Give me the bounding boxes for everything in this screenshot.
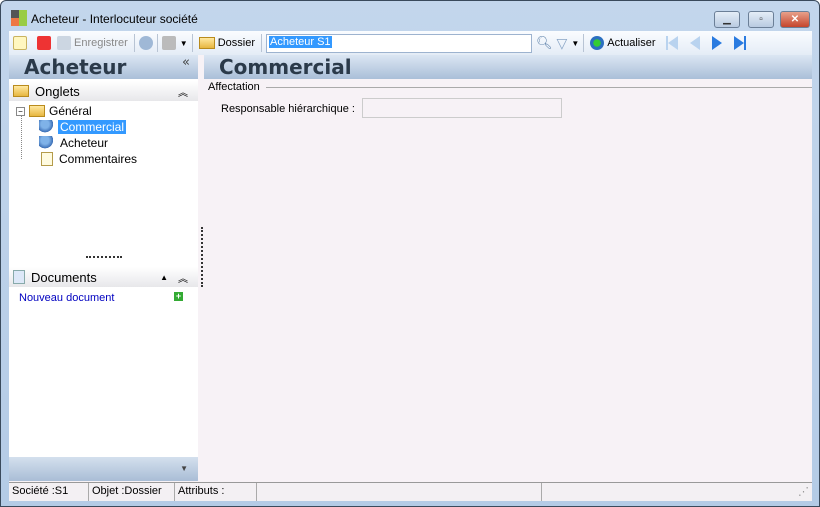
chevron-down-icon[interactable]: ▼ xyxy=(180,464,188,473)
group-affectation-label: Affectation xyxy=(208,81,260,93)
previous-record-icon[interactable] xyxy=(689,36,700,50)
new-document-link[interactable]: Nouveau document + xyxy=(9,287,198,307)
save-icon xyxy=(57,36,71,50)
status-attributes: Attributs : xyxy=(175,483,257,501)
main-panel-header: Commercial xyxy=(204,55,812,79)
delete-icon[interactable] xyxy=(37,36,51,50)
search-input[interactable]: Acheteur S1 xyxy=(266,33,533,53)
next-record-icon[interactable] xyxy=(711,36,722,50)
print-icon[interactable] xyxy=(161,36,176,50)
folder-icon xyxy=(13,85,29,97)
client-area: Enregistrer ▼ Dossier Acheteur S1 🔍︎ ▽ ▼… xyxy=(9,31,812,501)
responsable-hierarchique-field[interactable] xyxy=(362,98,562,118)
minimize-button[interactable]: ▁ xyxy=(714,11,740,28)
status-bar: Société :S1 Objet :Dossier Attributs : ⋰ xyxy=(9,482,812,501)
separator xyxy=(583,34,585,52)
divider xyxy=(266,87,812,88)
collapse-up-icon[interactable]: ▲ xyxy=(160,273,168,282)
last-record-icon[interactable] xyxy=(733,36,746,50)
splitter-handle[interactable] xyxy=(86,256,122,258)
left-panel-header: Acheteur « xyxy=(9,55,198,79)
status-company: Société :S1 xyxy=(9,483,89,501)
tabs-tree: − Général Commercial Acheteur Commentaire… xyxy=(9,101,198,261)
vertical-splitter[interactable] xyxy=(201,227,203,287)
separator xyxy=(156,34,158,52)
refresh-button[interactable]: Actualiser xyxy=(588,33,657,53)
toolbar: Enregistrer ▼ Dossier Acheteur S1 🔍︎ ▽ ▼… xyxy=(9,31,812,55)
main-panel: Commercial Affectation Responsable hiéra… xyxy=(204,55,812,481)
save-button[interactable]: Enregistrer xyxy=(55,33,130,53)
chevron-down-icon[interactable]: ▼ xyxy=(180,39,188,48)
documents-section-header[interactable]: Documents ▲ ︽ xyxy=(9,267,198,287)
collapse-icon[interactable]: ︽ xyxy=(178,270,188,285)
window-title: Acheteur - Interlocuteur société xyxy=(31,12,198,26)
users-icon xyxy=(39,136,54,150)
collapse-panel-icon[interactable]: « xyxy=(182,55,190,70)
app-icon xyxy=(11,10,27,26)
folder-icon xyxy=(29,105,45,117)
resize-grip-icon[interactable]: ⋰ xyxy=(542,483,812,501)
sync-icon[interactable] xyxy=(138,36,153,50)
separator xyxy=(261,34,263,52)
folder-button[interactable]: Dossier xyxy=(197,33,257,53)
separator xyxy=(191,34,193,52)
tree-node-commercial[interactable]: Commercial xyxy=(39,120,127,134)
field-label: Responsable hiérarchique : xyxy=(221,103,355,115)
filter-icon[interactable]: ▽ xyxy=(557,35,568,52)
window: Acheteur - Interlocuteur société ▁ ▫ ✕ E… xyxy=(0,0,820,507)
maximize-button[interactable]: ▫ xyxy=(748,11,774,28)
tree-node-acheteur[interactable]: Acheteur xyxy=(39,136,110,150)
tabs-section-header[interactable]: Onglets ︽ xyxy=(9,81,198,101)
collapse-icon[interactable]: ︽ xyxy=(178,84,188,99)
close-button[interactable]: ✕ xyxy=(780,11,810,28)
refresh-icon xyxy=(590,36,605,50)
tree-node-commentaires[interactable]: Commentaires xyxy=(41,152,139,166)
note-icon xyxy=(41,152,53,166)
users-icon xyxy=(39,120,54,134)
search-icon[interactable]: 🔍︎ xyxy=(536,35,553,51)
tree-node-general[interactable]: − Général xyxy=(16,104,92,118)
chevron-down-icon[interactable]: ▼ xyxy=(571,39,579,48)
status-panel xyxy=(257,483,542,501)
document-icon xyxy=(13,270,25,284)
new-icon[interactable] xyxy=(13,36,27,50)
separator xyxy=(133,34,135,52)
left-panel: Acheteur « Onglets ︽ − Général Commercial A… xyxy=(9,55,198,481)
first-record-icon[interactable] xyxy=(665,36,678,50)
left-panel-footer: ▼ xyxy=(9,457,198,481)
status-object: Objet :Dossier xyxy=(89,483,175,501)
add-icon[interactable]: + xyxy=(174,292,183,301)
folder-icon xyxy=(198,37,215,49)
